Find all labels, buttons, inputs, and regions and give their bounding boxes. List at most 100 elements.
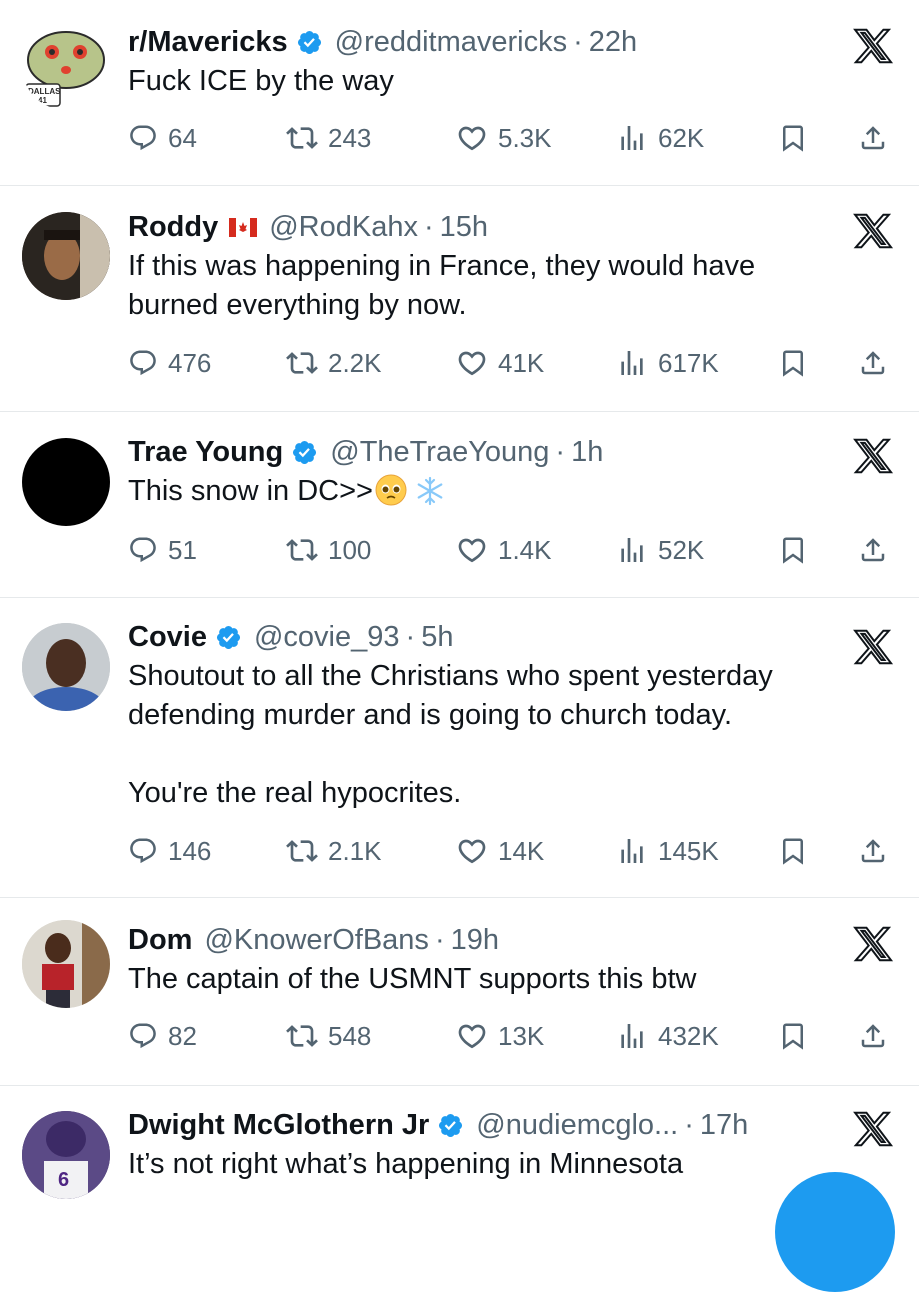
x-logo-icon[interactable] [852, 211, 894, 251]
action-bar: 64 243 5.3K 62K [128, 116, 898, 160]
retweet-button[interactable]: 2.2K [286, 341, 382, 385]
tweet[interactable]: 6 Dwight McGlothern Jr @nudiemcglo... · … [0, 1105, 919, 1200]
username[interactable]: @redditmavericks [335, 26, 568, 59]
bookmark-button[interactable] [778, 528, 808, 572]
display-name[interactable]: r/Mavericks [128, 26, 288, 59]
retweet-count: 243 [328, 122, 372, 153]
reply-icon [128, 123, 158, 153]
timestamp[interactable]: 17h [700, 1109, 748, 1142]
bookmark-icon [778, 535, 808, 565]
x-logo-icon[interactable] [852, 924, 894, 964]
tweet-header: Trae Young @TheTraeYoung · 1h [128, 432, 603, 472]
bookmark-icon [778, 1021, 808, 1051]
action-bar: 476 2.2K 41K 617K [128, 341, 898, 385]
avatar[interactable] [22, 920, 110, 1008]
reply-button[interactable]: 476 [128, 341, 211, 385]
like-count: 13K [498, 1020, 545, 1051]
like-button[interactable]: 13K [456, 1014, 544, 1058]
retweet-icon [286, 122, 318, 154]
bookmark-button[interactable] [778, 829, 808, 873]
views-button[interactable]: 617K [616, 341, 719, 385]
bookmark-icon [778, 348, 808, 378]
username[interactable]: @TheTraeYoung [330, 436, 549, 469]
timestamp[interactable]: 19h [451, 924, 499, 957]
views-icon [616, 1020, 648, 1052]
bookmark-button[interactable] [778, 341, 808, 385]
reply-button[interactable]: 82 [128, 1014, 197, 1058]
separator: · [573, 25, 583, 58]
like-button[interactable]: 14K [456, 829, 544, 873]
display-name[interactable]: Dwight McGlothern Jr [128, 1109, 429, 1142]
views-count: 617K [658, 347, 719, 378]
verified-badge-icon [215, 624, 242, 651]
x-logo-icon[interactable] [852, 627, 894, 667]
username[interactable]: @covie_93 [254, 621, 400, 654]
avatar[interactable] [22, 212, 110, 300]
share-button[interactable] [858, 829, 888, 873]
like-button[interactable]: 5.3K [456, 116, 552, 160]
display-name[interactable]: Roddy [128, 211, 218, 244]
share-icon [858, 535, 888, 565]
views-button[interactable]: 52K [616, 528, 704, 572]
x-logo-icon[interactable] [852, 26, 894, 66]
like-count: 5.3K [498, 122, 552, 153]
compose-fab-button[interactable] [775, 1172, 895, 1292]
avatar[interactable]: DALLAS 41 [22, 22, 110, 110]
username[interactable]: @nudiemcglo... [476, 1109, 678, 1142]
canada-flag-icon [229, 217, 258, 237]
divider [0, 597, 919, 598]
tweet[interactable]: Covie @covie_93 · 5h Shoutout to all the… [0, 617, 919, 877]
verified-badge-icon [437, 1112, 464, 1139]
share-button[interactable] [858, 1014, 888, 1058]
tweet[interactable]: DALLAS 41 r/Mavericks @redditmavericks ·… [0, 22, 919, 182]
divider [0, 897, 919, 898]
timestamp[interactable]: 22h [589, 26, 637, 59]
display-name[interactable]: Covie [128, 621, 207, 654]
x-logo-icon[interactable] [852, 436, 894, 476]
username[interactable]: @RodKahx [269, 211, 418, 244]
timestamp[interactable]: 15h [440, 211, 488, 244]
reply-icon [128, 348, 158, 378]
timestamp[interactable]: 1h [571, 436, 603, 469]
reply-button[interactable]: 64 [128, 116, 197, 160]
share-button[interactable] [858, 116, 888, 160]
views-count: 52K [658, 534, 705, 565]
like-count: 1.4K [498, 534, 552, 565]
views-button[interactable]: 145K [616, 829, 719, 873]
username[interactable]: @KnowerOfBans [204, 924, 428, 957]
avatar[interactable]: 6 [22, 1111, 110, 1199]
bookmark-button[interactable] [778, 1014, 808, 1058]
like-icon [456, 1020, 488, 1052]
separator: · [684, 1108, 694, 1141]
display-name[interactable]: Trae Young [128, 436, 283, 469]
like-button[interactable]: 41K [456, 341, 544, 385]
avatar[interactable] [22, 623, 110, 711]
reply-icon [128, 535, 158, 565]
share-button[interactable] [858, 341, 888, 385]
reply-count: 82 [168, 1020, 197, 1051]
retweet-icon [286, 347, 318, 379]
timestamp[interactable]: 5h [421, 621, 453, 654]
tweet[interactable]: Roddy @RodKahx · 15h If this was happeni… [0, 207, 919, 407]
avatar[interactable] [22, 438, 110, 526]
reply-button[interactable]: 51 [128, 528, 197, 572]
bookmark-button[interactable] [778, 116, 808, 160]
tweet[interactable]: Dom @KnowerOfBans · 19h The captain of t… [0, 920, 919, 1070]
retweet-button[interactable]: 548 [286, 1014, 371, 1058]
bookmark-icon [778, 836, 808, 866]
tweet-text: It’s not right what’s happening in Minne… [128, 1148, 684, 1180]
x-logo-icon[interactable] [852, 1109, 894, 1149]
pleading-face-emoji [375, 474, 407, 506]
tweet[interactable]: Trae Young @TheTraeYoung · 1h This snow … [0, 432, 919, 592]
share-button[interactable] [858, 528, 888, 572]
retweet-button[interactable]: 2.1K [286, 829, 382, 873]
display-name[interactable]: Dom [128, 924, 192, 957]
views-button[interactable]: 62K [616, 116, 704, 160]
divider [0, 1085, 919, 1086]
reply-button[interactable]: 146 [128, 829, 211, 873]
views-button[interactable]: 432K [616, 1014, 719, 1058]
retweet-button[interactable]: 243 [286, 116, 371, 160]
retweet-button[interactable]: 100 [286, 528, 371, 572]
bookmark-icon [778, 123, 808, 153]
like-button[interactable]: 1.4K [456, 528, 552, 572]
